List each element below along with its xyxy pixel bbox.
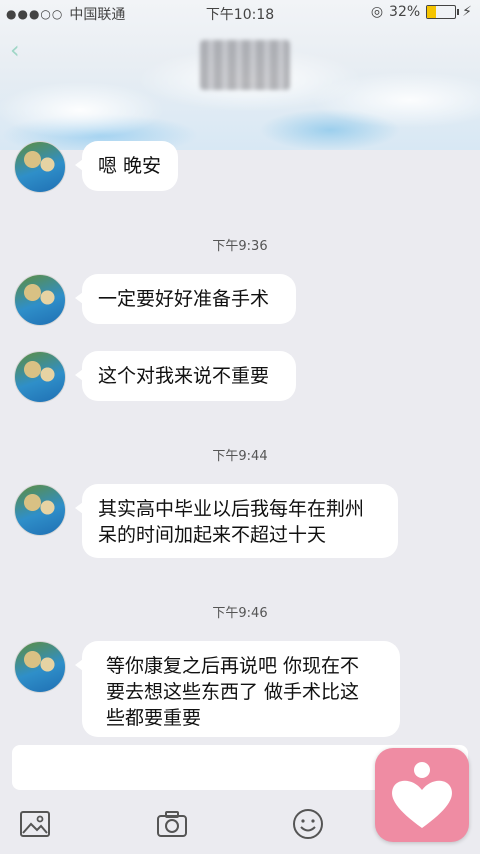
battery-icon: [426, 5, 460, 19]
message-text-line: 些都要重要: [106, 707, 202, 729]
message-text-line: 其实高中毕业以后我每年在荆州: [98, 498, 365, 520]
heart-person-icon: [392, 762, 452, 828]
blurred-contact-name: [200, 40, 290, 90]
chat-list[interactable]: 嗯 晚安 下午9:36 一定要好好准备手术 这个对我来说不重要 下午9:44 其…: [0, 0, 480, 854]
message-text: 嗯 晚安: [98, 155, 162, 177]
message-bubble[interactable]: 等你康复之后再说吧 你现在不 要去想这些东西了 做手术比这 些都要重要: [75, 641, 400, 737]
message-timestamp: 下午9:46: [212, 606, 268, 621]
contact-avatar[interactable]: [14, 141, 66, 193]
floating-app-button[interactable]: [375, 748, 469, 842]
message-bubble[interactable]: 其实高中毕业以后我每年在荆州 呆的时间加起来不超过十天: [75, 484, 398, 558]
contact-avatar[interactable]: [14, 274, 66, 326]
charging-icon: ⚡: [462, 4, 472, 20]
message-timestamp: 下午9:36: [212, 239, 268, 254]
message-timestamp: 下午9:44: [212, 449, 268, 464]
back-button[interactable]: ‹: [10, 38, 40, 62]
chevron-left-icon: ‹: [10, 36, 20, 64]
message-text-line: 等你康复之后再说吧 你现在不: [106, 655, 360, 677]
emoji-button[interactable]: [291, 807, 325, 841]
contact-avatar[interactable]: [14, 641, 66, 693]
message-text: 这个对我来说不重要: [98, 365, 270, 387]
message-text-line: 要去想这些东西了 做手术比这: [106, 681, 360, 703]
camera-button[interactable]: [155, 807, 189, 841]
emoji-icon: [293, 809, 323, 839]
status-bar: ●●●○○ 中国联通 下午10:18 ◎ 32% ⚡: [0, 0, 480, 26]
message-text-line: 呆的时间加起来不超过十天: [98, 524, 327, 546]
image-button[interactable]: [18, 807, 52, 841]
message-bubble[interactable]: 这个对我来说不重要: [75, 351, 296, 401]
message-bubble[interactable]: 嗯 晚安: [75, 141, 178, 191]
battery-percent: 32%: [389, 4, 421, 20]
camera-icon: [157, 811, 187, 837]
alarm-icon: ◎: [370, 4, 384, 20]
battery-fill: [427, 6, 437, 18]
contact-avatar[interactable]: [14, 484, 66, 536]
message-text: 一定要好好准备手术: [98, 288, 270, 310]
contact-avatar[interactable]: [14, 351, 66, 403]
image-icon: [20, 811, 50, 837]
message-bubble[interactable]: 一定要好好准备手术: [75, 274, 296, 324]
